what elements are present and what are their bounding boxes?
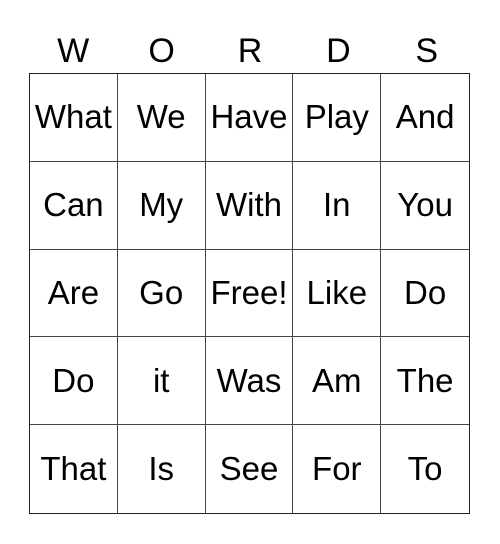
bingo-cell[interactable]: it [117, 337, 206, 426]
bingo-header: W O R D S [29, 30, 471, 72]
bingo-cell[interactable]: For [293, 425, 382, 513]
header-letter-w: W [57, 32, 90, 70]
bingo-cell[interactable]: Are [30, 249, 118, 338]
bingo-cell[interactable]: What [30, 74, 118, 162]
bingo-cell[interactable]: Go [117, 249, 206, 338]
bingo-cell[interactable]: Is [118, 425, 206, 513]
bingo-cell[interactable]: Do [381, 250, 469, 338]
bingo-cell[interactable]: You [381, 162, 469, 250]
bingo-cell[interactable]: Can [30, 161, 118, 250]
bingo-cell[interactable]: Like [293, 249, 382, 338]
header-letter-o: O [148, 32, 175, 70]
header-letter-s: S [415, 32, 439, 70]
bingo-cell[interactable]: See [206, 425, 294, 513]
bingo-cell[interactable]: Play [293, 74, 382, 162]
bingo-cell[interactable]: That [30, 425, 118, 513]
bingo-cell[interactable]: The [381, 337, 469, 426]
bingo-cell[interactable]: We [117, 74, 206, 162]
bingo-cell[interactable]: To [381, 425, 469, 513]
bingo-cell[interactable]: My [117, 161, 206, 250]
bingo-cell[interactable]: Was [205, 337, 294, 426]
bingo-cell[interactable]: And [381, 74, 469, 162]
free-space-cell[interactable]: Free! [205, 249, 294, 338]
bingo-cell[interactable]: With [205, 161, 294, 250]
bingo-cell[interactable]: Have [205, 74, 294, 162]
bingo-grid: What We Have Play And Can My With In You… [29, 73, 470, 514]
bingo-cell[interactable]: Do [30, 337, 118, 426]
bingo-cell[interactable]: In [293, 161, 382, 250]
bingo-cell[interactable]: Am [293, 337, 382, 426]
header-letter-r: R [237, 32, 263, 70]
header-letter-d: D [326, 32, 351, 70]
